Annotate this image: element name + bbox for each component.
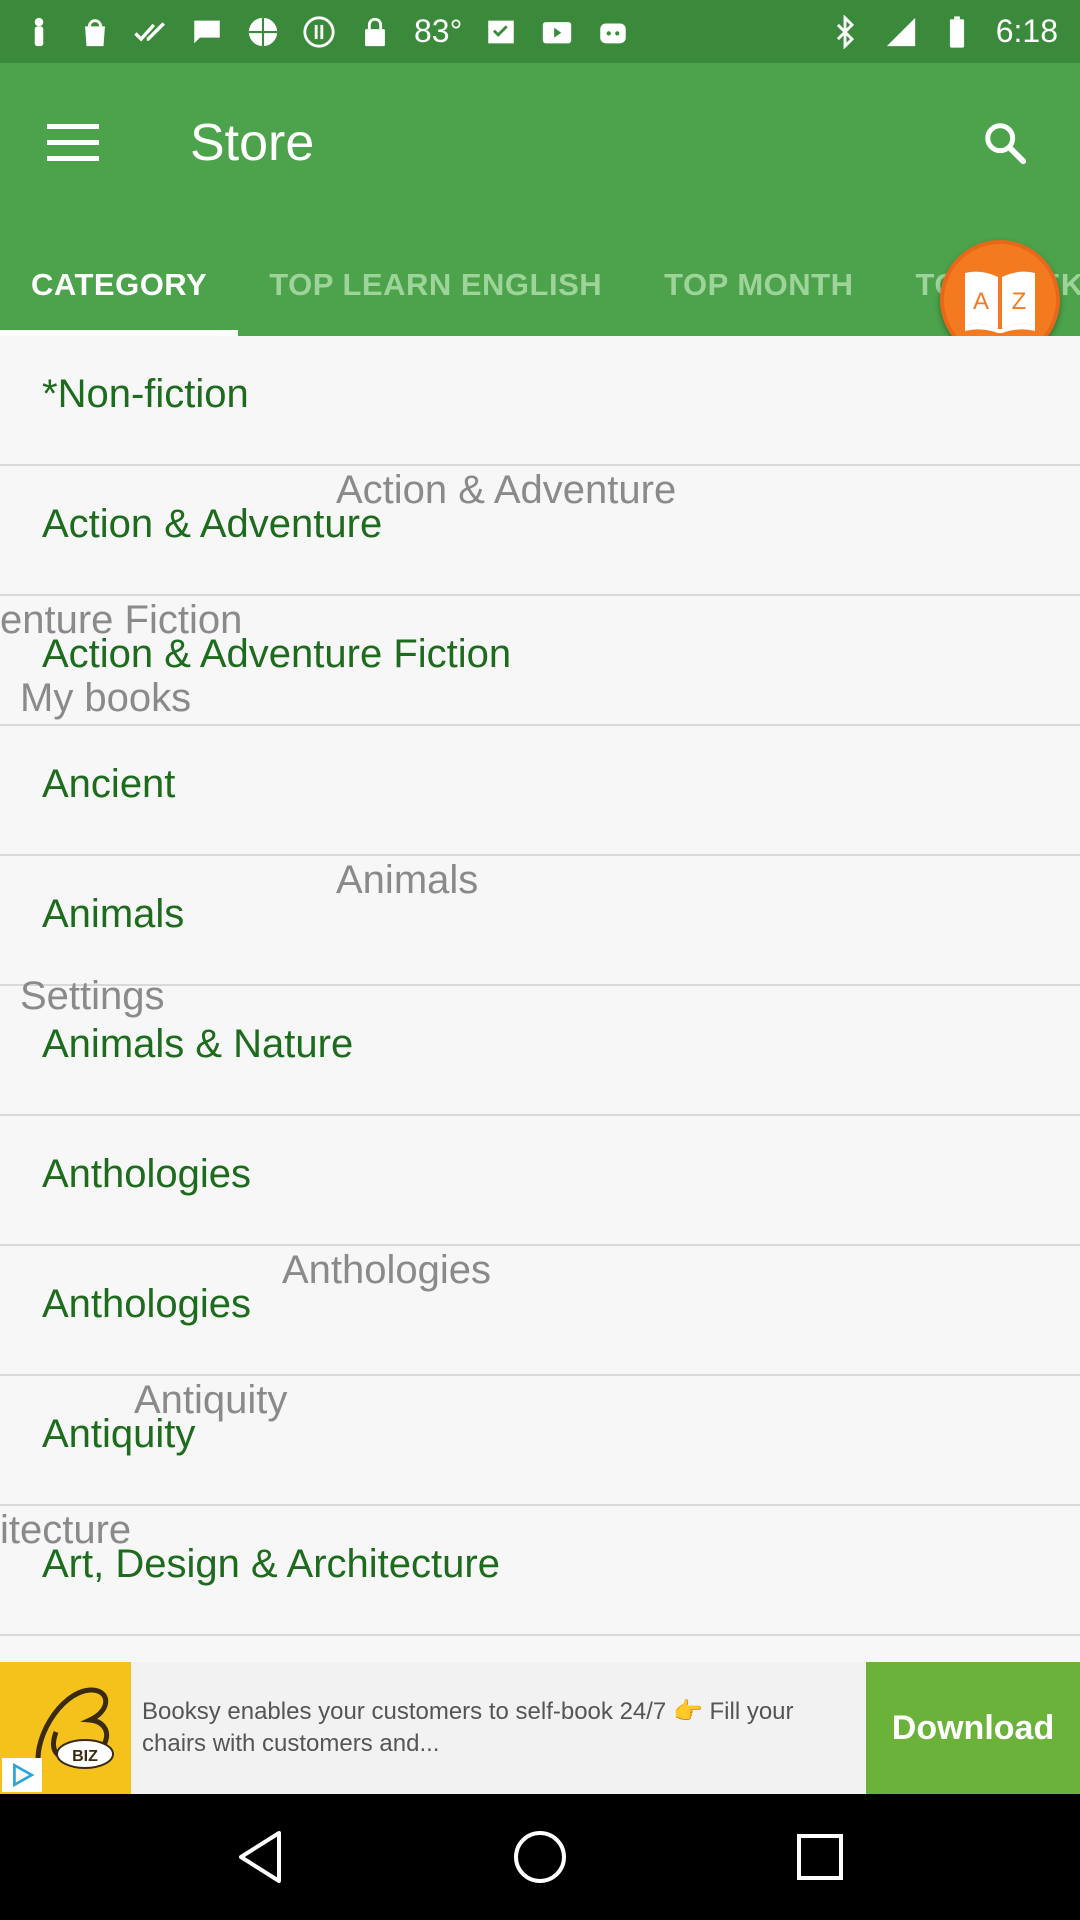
ad-choices-icon[interactable] — [2, 1758, 42, 1792]
battery-icon — [940, 15, 974, 49]
ad-description: Booksy enables your customers to self-bo… — [142, 1698, 794, 1757]
double-check-icon — [134, 15, 168, 49]
tab-top-learn-english[interactable]: TOP LEARN ENGLISH — [238, 233, 633, 336]
tab-bar: CATEGORY TOP LEARN ENGLISH TOP MONTH TOP… — [0, 233, 1080, 336]
status-right: 6:18 — [828, 13, 1058, 50]
tab-top-month[interactable]: TOP MONTH — [633, 233, 884, 336]
signal-icon — [884, 15, 918, 49]
list-item-label: *Non-fiction — [42, 372, 249, 416]
inbox-check-icon — [484, 15, 518, 49]
shopping-bag-icon — [78, 15, 112, 49]
overlay-text: enture Fiction — [0, 598, 243, 642]
hamburger-menu-icon — [47, 124, 99, 161]
search-icon — [985, 123, 1027, 165]
lock-icon — [358, 15, 392, 49]
recents-button[interactable] — [780, 1817, 860, 1897]
search-button[interactable] — [970, 108, 1040, 178]
fab-letter-a: A — [973, 288, 989, 315]
bluetooth-icon — [828, 14, 862, 49]
status-bar: 83° 6:18 — [0, 0, 1080, 63]
list-item-label: Anthologies — [42, 1282, 252, 1326]
system-nav-bar — [0, 1794, 1080, 1920]
list-item[interactable]: Anthologies — [0, 1246, 1080, 1376]
notification-icon — [22, 15, 56, 49]
page-title: Store — [190, 114, 315, 172]
list-item-label: Ancient — [42, 762, 176, 806]
app-bar: Store CATEGORY TOP LEARN ENGLISH TOP MON… — [0, 63, 1080, 336]
list-item[interactable]: Animals — [0, 856, 1080, 986]
tab-category[interactable]: CATEGORY — [0, 233, 239, 336]
fab-letter-z: Z — [1012, 288, 1027, 315]
ad-badge: BIZ — [72, 1748, 98, 1765]
ad-download-button[interactable]: Download — [866, 1662, 1080, 1794]
tab-label: TOP LEARN ENGLISH — [269, 266, 603, 302]
video-icon — [540, 15, 574, 49]
play-triangle-icon — [13, 1762, 35, 1788]
overlay-text: My books — [20, 676, 192, 720]
category-list: *Non-fiction Action & Adventure Action &… — [0, 336, 1080, 1662]
overlay-text: Settings — [20, 974, 165, 1018]
overlay-text: Anthologies — [282, 1248, 492, 1292]
temperature-text: 83° — [414, 13, 463, 49]
overlay-text: itecture — [0, 1508, 132, 1552]
message-icon — [190, 15, 224, 49]
game-icon — [596, 15, 630, 49]
ad-banner[interactable]: BIZ Booksy enables your customers to sel… — [0, 1662, 1080, 1794]
list-item-label: Action & Adventure — [42, 502, 383, 546]
list-item-label: Animals — [42, 892, 185, 936]
back-triangle-icon — [239, 1831, 281, 1883]
status-icons: 83° — [22, 13, 828, 50]
tab-label: TOP MONTH — [664, 266, 854, 302]
globe-icon — [246, 15, 280, 49]
tab-label: CATEGORY — [31, 266, 208, 302]
overlay-text: Antiquity — [134, 1378, 288, 1422]
az-book-icon: A Z — [965, 271, 1035, 333]
info-circle-icon — [302, 15, 336, 49]
list-item-label: Anthologies — [42, 1152, 252, 1196]
list-item[interactable]: Ancient — [0, 726, 1080, 856]
back-button[interactable] — [220, 1817, 300, 1897]
clock: 6:18 — [995, 13, 1058, 49]
home-circle-icon — [514, 1831, 566, 1883]
home-button[interactable] — [500, 1817, 580, 1897]
overlay-text: Action & Adventure — [336, 468, 677, 512]
list-item[interactable]: Anthologies — [0, 1116, 1080, 1246]
recents-square-icon — [797, 1834, 843, 1880]
list-item[interactable]: *Non-fiction — [0, 336, 1080, 466]
list-item-label: Animals & Nature — [42, 1022, 354, 1066]
overlay-text: Animals — [336, 858, 479, 902]
menu-button[interactable] — [40, 109, 106, 175]
list-item[interactable]: Art, Design & Architecture — [0, 1506, 1080, 1636]
